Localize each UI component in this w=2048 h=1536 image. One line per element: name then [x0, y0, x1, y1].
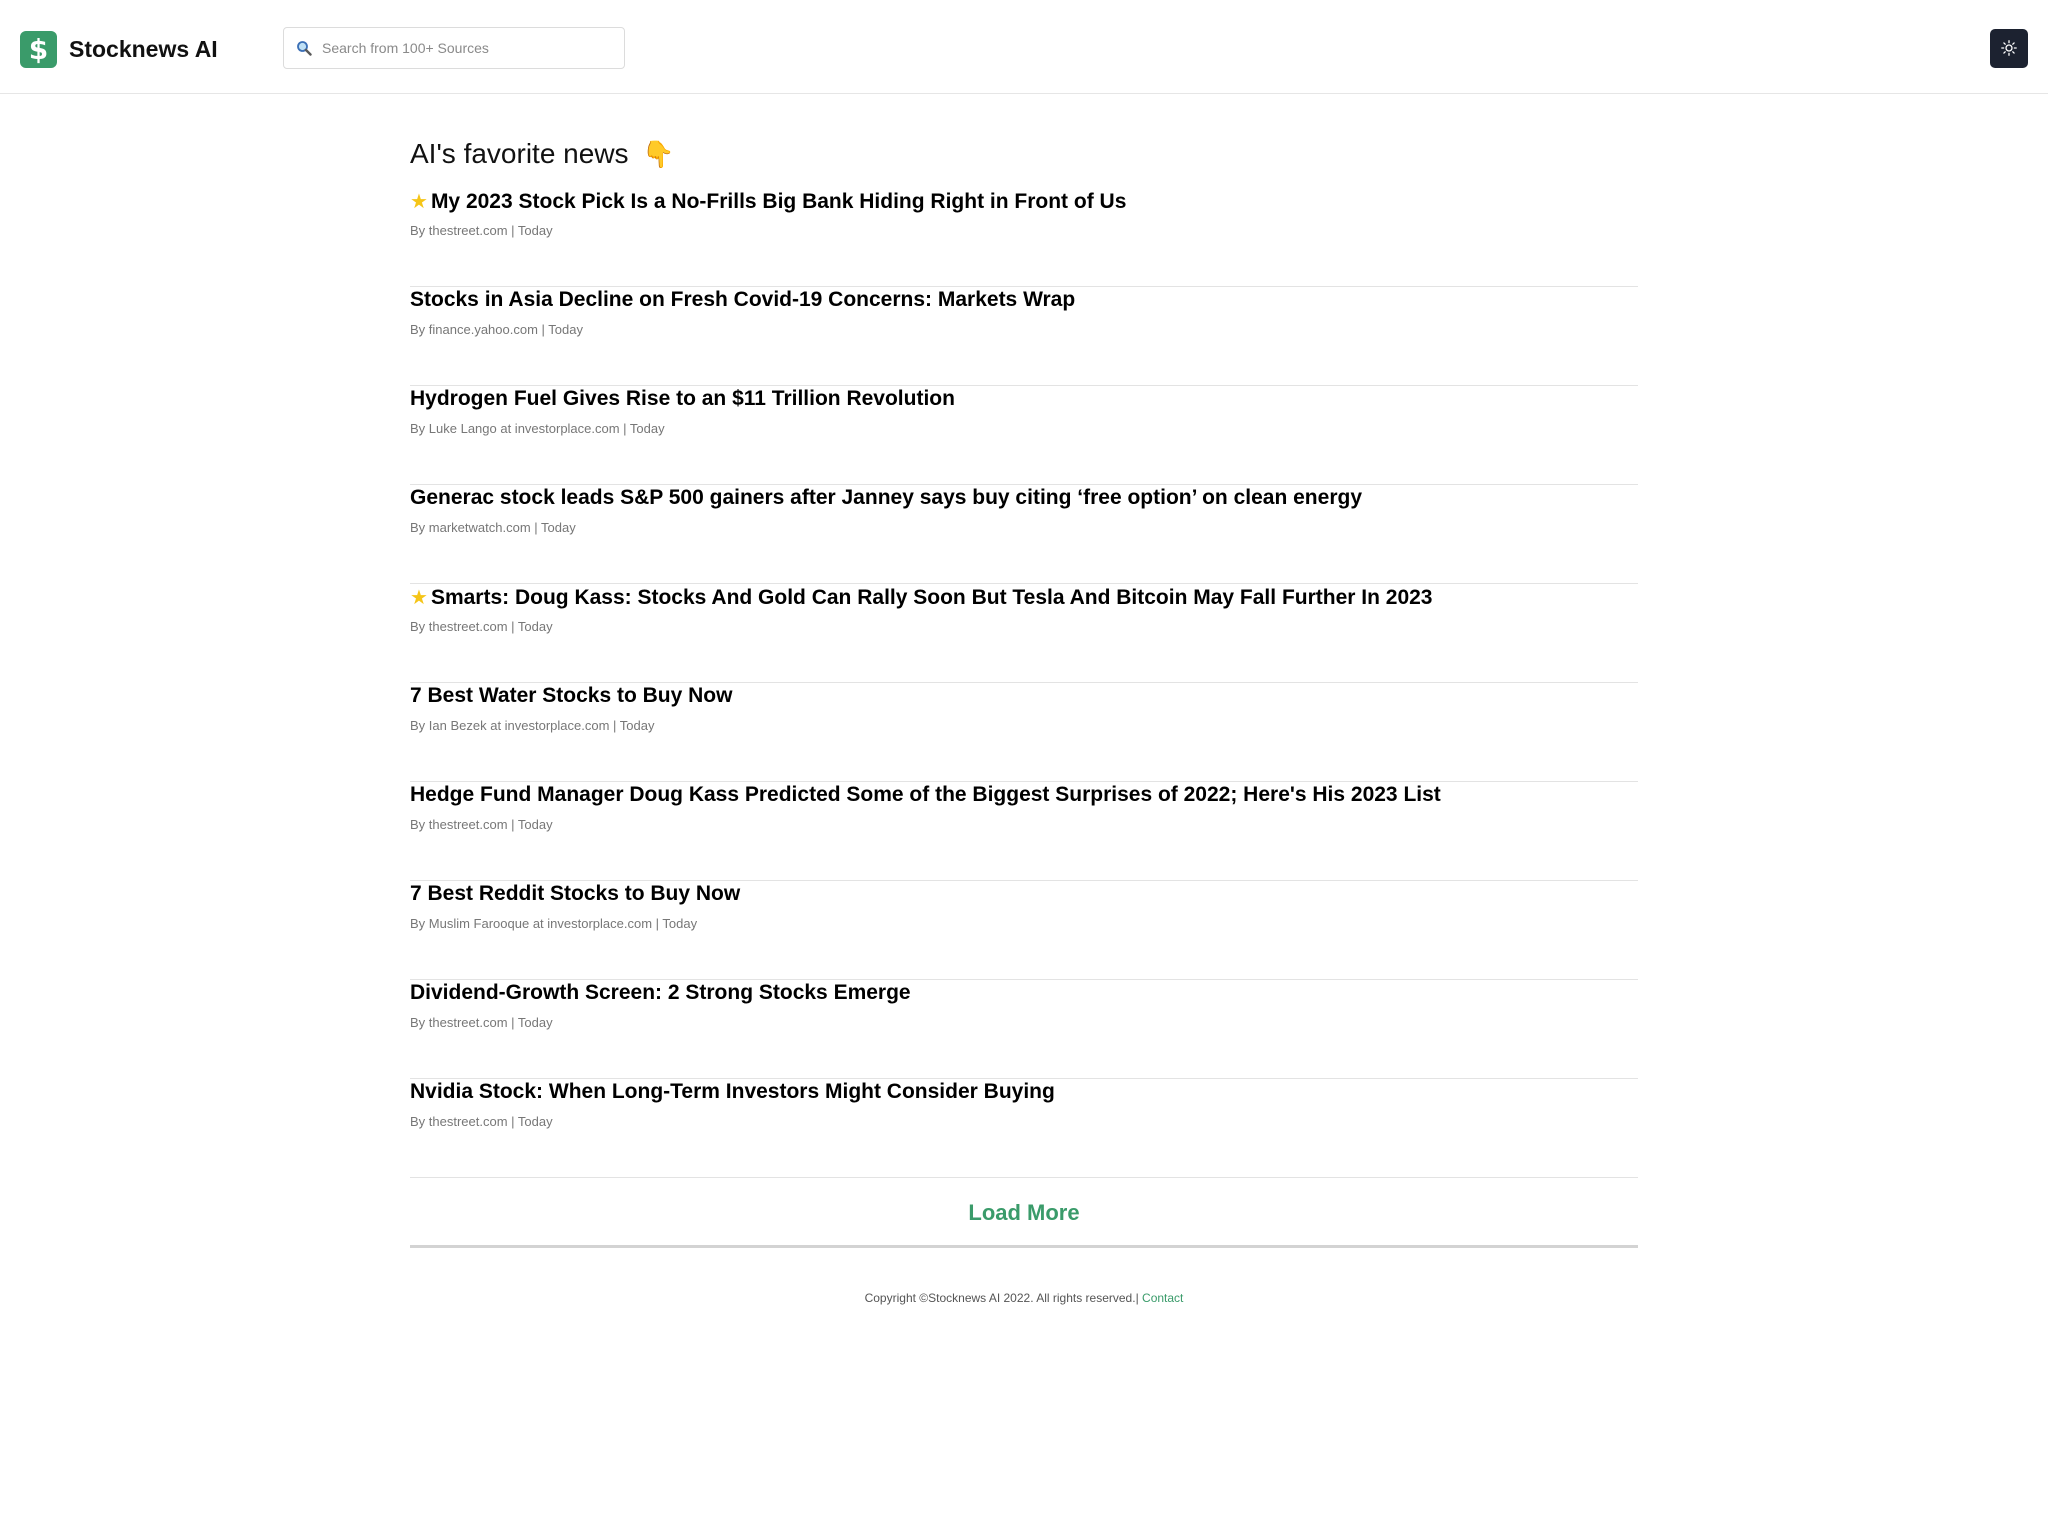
news-title-text: Hedge Fund Manager Doug Kass Predicted S… [410, 783, 1441, 806]
news-title-link[interactable]: 7 Best Water Stocks to Buy Now [410, 683, 732, 709]
search-icon [297, 41, 312, 56]
sun-icon [2001, 40, 2017, 56]
news-title-link[interactable]: Stocks in Asia Decline on Fresh Covid-19… [410, 287, 1075, 313]
news-meta: By thestreet.com | Today [410, 619, 553, 634]
news-title-text: Dividend-Growth Screen: 2 Strong Stocks … [410, 981, 911, 1004]
news-meta: By Luke Lango at investorplace.com | Tod… [410, 421, 665, 436]
top-header: $ Stocknews AI [0, 0, 2048, 94]
news-meta: By marketwatch.com | Today [410, 520, 576, 535]
load-more-button[interactable]: Load More [914, 1200, 1134, 1226]
news-meta: By thestreet.com | Today [410, 817, 553, 832]
section-title: AI's favorite news 👇 [410, 94, 1638, 188]
news-title-link[interactable]: ★ My 2023 Stock Pick Is a No-Frills Big B… [410, 188, 1126, 215]
news-title-text: 7 Best Water Stocks to Buy Now [410, 684, 733, 707]
star-icon: ★ [410, 189, 428, 213]
news-list: ★ My 2023 Stock Pick Is a No-Frills Big B… [410, 188, 1638, 1178]
news-item: ★ Smarts: Doug Kass: Stocks And Gold Can … [410, 584, 1638, 683]
news-item: ★ My 2023 Stock Pick Is a No-Frills Big B… [410, 188, 1638, 287]
news-title-link[interactable]: Nvidia Stock: When Long-Term Investors M… [410, 1079, 1055, 1105]
search-input[interactable] [318, 28, 618, 68]
section-title-text: AI's favorite news [410, 138, 629, 169]
news-title-text: Stocks in Asia Decline on Fresh Covid-19… [410, 288, 1076, 311]
news-item: Stocks in Asia Decline on Fresh Covid-19… [410, 287, 1638, 386]
contact-link[interactable]: Contact [1142, 1291, 1183, 1305]
news-title-text: Generac stock leads S&P 500 gainers afte… [410, 486, 1362, 509]
news-title-text: Nvidia Stock: When Long-Term Investors M… [410, 1080, 1055, 1103]
news-title-text: Hydrogen Fuel Gives Rise to an $11 Trill… [410, 387, 955, 410]
main-content: AI's favorite news 👇 ★ My 2023 Stock Pick… [410, 94, 1638, 1248]
news-title-link[interactable]: Dividend-Growth Screen: 2 Strong Stocks … [410, 980, 911, 1006]
news-meta: By thestreet.com | Today [410, 1015, 553, 1030]
news-meta: By thestreet.com | Today [410, 223, 553, 238]
load-more-area: Load More [410, 1178, 1638, 1248]
news-item: Hedge Fund Manager Doug Kass Predicted S… [410, 782, 1638, 881]
pointing-down-icon: 👇 [642, 140, 675, 170]
dollar-logo-icon[interactable]: $ [20, 31, 57, 68]
news-meta: By finance.yahoo.com | Today [410, 322, 583, 337]
news-item: 7 Best Reddit Stocks to Buy Now By Muslim… [410, 881, 1638, 980]
news-item: Dividend-Growth Screen: 2 Strong Stocks … [410, 980, 1638, 1079]
news-title-text: My 2023 Stock Pick Is a No-Frills Big Ba… [430, 190, 1127, 213]
news-title-text: Smarts: Doug Kass: Stocks And Gold Can R… [430, 586, 1433, 609]
news-title-link[interactable]: Hedge Fund Manager Doug Kass Predicted S… [410, 782, 1441, 808]
news-meta: By Ian Bezek at investorplace.com | Toda… [410, 718, 655, 733]
brand-name[interactable]: Stocknews AI [69, 34, 218, 64]
news-title-link[interactable]: 7 Best Reddit Stocks to Buy Now [410, 881, 740, 907]
news-title-link[interactable]: Hydrogen Fuel Gives Rise to an $11 Trill… [410, 386, 955, 412]
star-icon: ★ [410, 585, 428, 609]
footer: Copyright ©Stocknews AI 2022. All rights… [0, 1290, 2048, 1306]
news-item: 7 Best Water Stocks to Buy Now By Ian Bez… [410, 683, 1638, 782]
news-title-link[interactable]: ★ Smarts: Doug Kass: Stocks And Gold Can … [410, 584, 1433, 611]
news-item: Hydrogen Fuel Gives Rise to an $11 Trill… [410, 386, 1638, 485]
theme-toggle-button[interactable] [1990, 29, 2028, 68]
news-item: Generac stock leads S&P 500 gainers afte… [410, 485, 1638, 584]
search-box[interactable] [283, 27, 625, 69]
news-item: Nvidia Stock: When Long-Term Investors M… [410, 1079, 1638, 1178]
news-meta: By thestreet.com | Today [410, 1114, 553, 1129]
copyright-text: Copyright ©Stocknews AI 2022. All rights… [864, 1291, 1139, 1305]
news-title-link[interactable]: Generac stock leads S&P 500 gainers afte… [410, 485, 1362, 511]
news-title-text: 7 Best Reddit Stocks to Buy Now [410, 882, 741, 905]
news-meta: By Muslim Farooque at investorplace.com … [410, 916, 698, 931]
